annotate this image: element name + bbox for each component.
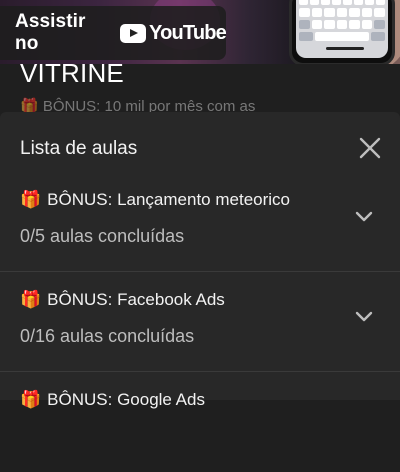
lesson-item[interactable]: 🎁 BÔNUS: Facebook Ads 0/16 aulas concluí… (0, 272, 400, 372)
lesson-title: BÔNUS: Google Ads (47, 390, 205, 409)
youtube-wordmark: YouTube (149, 21, 227, 44)
page-title: VITRINE (20, 58, 124, 88)
youtube-logo-icon: YouTube (120, 21, 227, 45)
chevron-down-icon[interactable] (354, 310, 374, 324)
sheet-title: Lista de aulas (20, 138, 138, 159)
lesson-item[interactable]: 🎁 BÔNUS: Lançamento meteorico 0/5 aulas … (0, 172, 400, 272)
lesson-title: BÔNUS: Lançamento meteorico (47, 190, 291, 209)
lesson-progress: 0/5 aulas concluídas (20, 226, 185, 246)
watch-on-youtube-button[interactable]: Assistir no YouTube (0, 6, 227, 60)
gift-icon: 🎁 (20, 390, 42, 409)
lesson-progress: 0/16 aulas concluídas (20, 326, 195, 346)
sheet-header: Lista de aulas (0, 112, 400, 172)
video-thumbnail[interactable]: Assistir no YouTube (0, 0, 400, 64)
gift-icon: 🎁 (20, 290, 42, 309)
phone-image (289, 0, 395, 64)
gift-icon: 🎁 (20, 190, 42, 209)
lesson-title: BÔNUS: Facebook Ads (47, 290, 225, 309)
watch-on-label: Assistir no (15, 11, 86, 54)
chevron-down-icon[interactable] (354, 210, 374, 224)
close-icon[interactable] (356, 134, 384, 162)
lesson-list-sheet: Lista de aulas 🎁 BÔNUS: Lançamento meteo… (0, 112, 400, 409)
lesson-item[interactable]: 🎁 BÔNUS: Google Ads (0, 372, 400, 472)
